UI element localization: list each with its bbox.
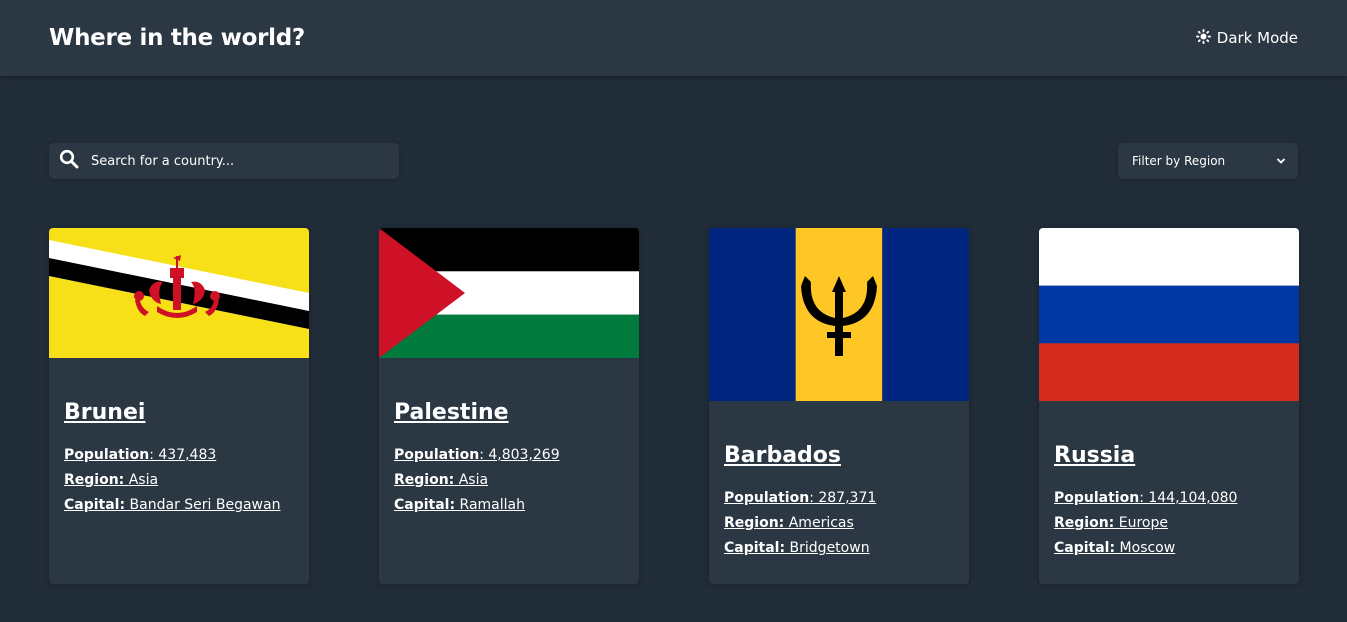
capital-label: Capital: [724,540,786,556]
population-value: : 144,104,080 [1139,490,1238,506]
region-row: Region: Americas [724,515,954,531]
region-label: Region: [1054,515,1115,531]
palestine-flag-image [379,228,639,358]
capital-row: Capital: Ramallah [394,497,624,513]
chevron-down-icon [1276,154,1286,168]
sun-icon [1195,28,1211,48]
country-card-barbados[interactable]: Barbados Population: 287,371 Region: Ame… [709,228,969,584]
capital-row: Capital: Bridgetown [724,540,954,556]
population-value: : 437,483 [149,447,217,463]
region-value: Asia [458,472,489,488]
country-name: Palestine [394,400,509,425]
country-card-russia[interactable]: Russia Population: 144,104,080 Region: E… [1039,228,1299,584]
population-label: Population [64,447,150,463]
capital-row: Capital: Moscow [1054,540,1284,556]
region-filter-select[interactable]: Filter by Region [1118,143,1298,179]
country-card-brunei[interactable]: Brunei Population: 437,483 Region: Asia … [49,228,309,584]
search-input[interactable] [89,152,373,170]
russia-flag-image [1039,228,1299,401]
population-row: Population: 144,104,080 [1054,490,1284,506]
region-label: Region: [394,472,455,488]
population-row: Population: 287,371 [724,490,954,506]
population-value: : 4,803,269 [479,447,560,463]
region-value: Asia [128,472,159,488]
barbados-flag-image [709,228,969,401]
capital-label: Capital: [394,497,456,513]
country-card-palestine[interactable]: Palestine Population: 4,803,269 Region: … [379,228,639,584]
capital-value: Bandar Seri Begawan [129,497,281,513]
population-label: Population [724,490,810,506]
top-bar: Where in the world? Dark Mode [0,0,1347,76]
capital-row: Capital: Bandar Seri Begawan [64,497,294,513]
country-name: Russia [1054,443,1136,468]
country-grid: Brunei Population: 437,483 Region: Asia … [49,228,1299,584]
capital-value: Ramallah [459,497,525,513]
country-name: Barbados [724,443,842,468]
region-label: Region: [64,472,125,488]
region-row: Region: Asia [394,472,624,488]
population-row: Population: 4,803,269 [394,447,624,463]
country-name: Brunei [64,400,146,425]
controls-bar: Filter by Region [49,143,1298,179]
population-label: Population [394,447,480,463]
population-row: Population: 437,483 [64,447,294,463]
dark-mode-label: Dark Mode [1216,29,1298,47]
filter-label: Filter by Region [1132,154,1226,168]
search-icon [59,149,79,173]
population-value: : 287,371 [809,490,877,506]
region-value: Americas [788,515,854,531]
capital-label: Capital: [64,497,126,513]
region-row: Region: Europe [1054,515,1284,531]
capital-label: Capital: [1054,540,1116,556]
population-label: Population [1054,490,1140,506]
app-title: Where in the world? [49,25,305,51]
capital-value: Bridgetown [789,540,870,556]
region-row: Region: Asia [64,472,294,488]
region-label: Region: [724,515,785,531]
brunei-flag-image [49,228,309,358]
search-box[interactable] [49,143,399,179]
capital-value: Moscow [1119,540,1176,556]
region-value: Europe [1118,515,1168,531]
dark-mode-toggle[interactable]: Dark Mode [1195,28,1298,48]
